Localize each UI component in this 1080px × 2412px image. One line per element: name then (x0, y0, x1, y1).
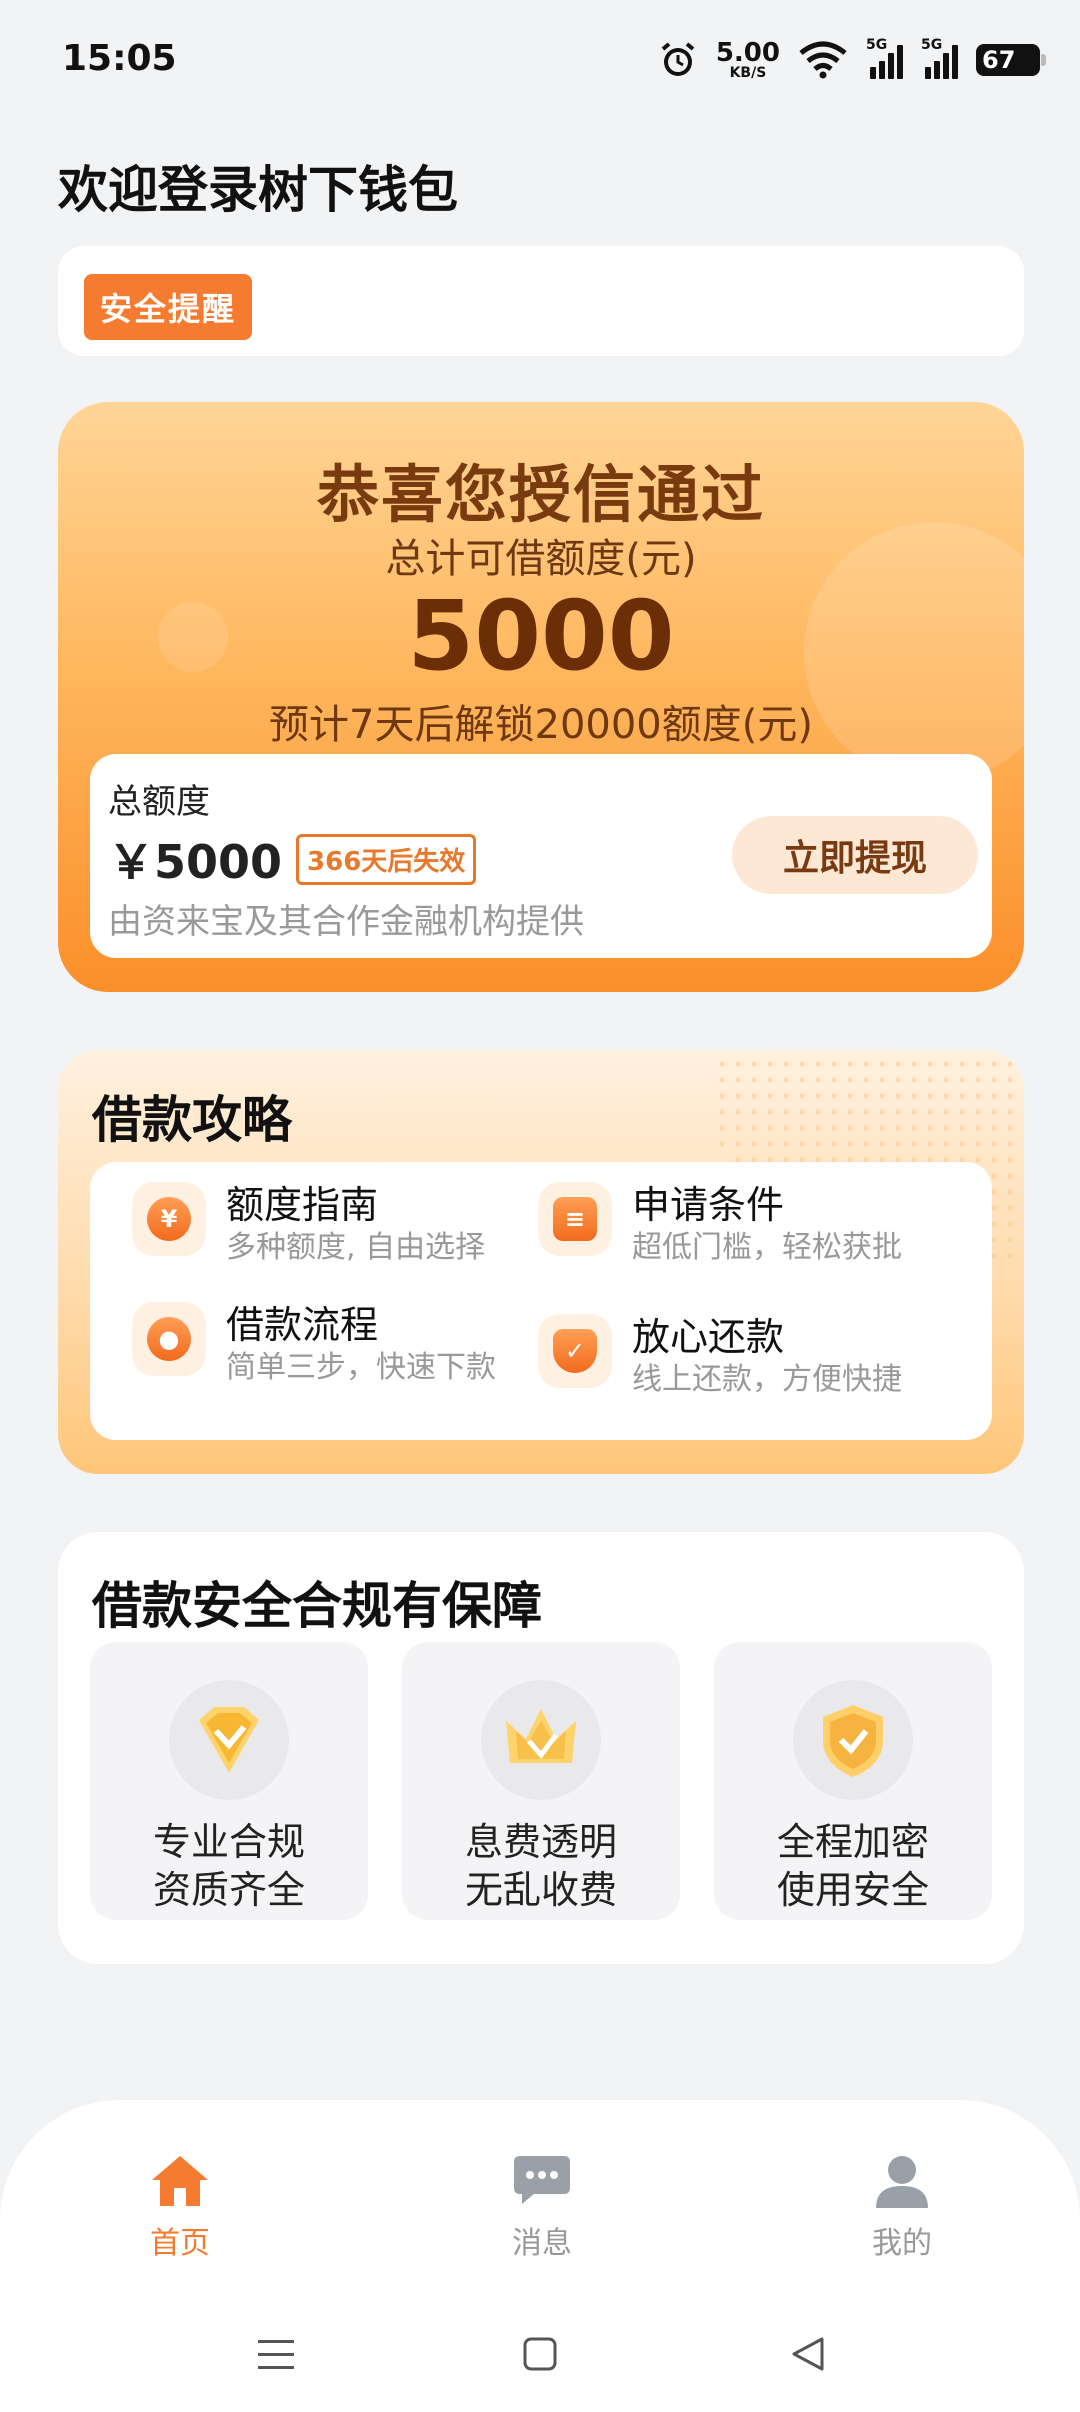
loan-guide-card: 借款攻略 ¥ 额度指南 多种额度, 自由选择 ≡ 申请条件 超低门槛，轻松获批 … (58, 1050, 1024, 1474)
guide-grid: ¥ 额度指南 多种额度, 自由选择 ≡ 申请条件 超低门槛，轻松获批 ● 借款流… (90, 1162, 992, 1440)
guide-item-title: 借款流程 (226, 1303, 379, 1347)
guide-item-repayment[interactable]: ✓ 放心还款 线上还款，方便快捷 (538, 1314, 902, 1400)
withdraw-button[interactable]: 立即提现 (732, 816, 978, 894)
tab-label: 消息 (512, 2226, 572, 2261)
guide-item-subtitle: 多种额度, 自由选择 (226, 1230, 486, 1265)
safety-line2: 资质齐全 (152, 1868, 305, 1912)
quota-title: 总额度 (108, 782, 210, 822)
guide-item-quota[interactable]: ¥ 额度指南 多种额度, 自由选择 (132, 1182, 485, 1268)
guide-item-title: 额度指南 (226, 1183, 379, 1227)
safety-line1: 全程加密 (776, 1820, 929, 1864)
safety-guarantee-card: 借款安全合规有保障 专业合规 资质齐全 息费透明 无乱收费 全程加密 使用安全 (58, 1532, 1024, 1964)
crown-icon (481, 1680, 601, 1800)
shield-icon (793, 1680, 913, 1800)
safety-title: 借款安全合规有保障 (92, 1577, 542, 1635)
back-icon[interactable] (778, 2324, 838, 2384)
battery-level: 67 (982, 46, 1016, 74)
unlock-note: 预计7天后解锁20000额度(元) (269, 702, 813, 748)
person-icon: ● (132, 1302, 206, 1376)
safety-item-text: 息费透明 无乱收费 (402, 1818, 680, 1914)
status-bar: 15:05 5.00 KB/S 5G 5G 67 (0, 0, 1080, 120)
money-bag-icon: ¥ (132, 1182, 206, 1256)
system-nav-bar (0, 2310, 1080, 2390)
congrats-title: 恭喜您授信通过 (316, 458, 765, 531)
guide-item-conditions[interactable]: ≡ 申请条件 超低门槛，轻松获批 (538, 1182, 902, 1268)
user-icon (872, 2152, 932, 2212)
message-icon (512, 2152, 572, 2212)
signal-icon: 5G (866, 37, 903, 79)
document-icon: ≡ (538, 1182, 612, 1256)
tab-label: 首页 (150, 2226, 210, 2261)
guide-item-title: 放心还款 (632, 1315, 785, 1359)
safety-item-text: 全程加密 使用安全 (714, 1818, 992, 1914)
safety-line2: 无乱收费 (464, 1868, 617, 1912)
signal-icon-2: 5G (921, 37, 958, 79)
page-title: 欢迎登录树下钱包 (58, 161, 458, 219)
home-icon (150, 2152, 210, 2212)
battery-icon: 67 (976, 44, 1046, 76)
quota-box: 总额度 ￥5000 366天后失效 由资来宝及其合作金融机构提供 立即提现 (90, 754, 992, 958)
guide-title: 借款攻略 (92, 1091, 292, 1149)
guide-item-subtitle: 简单三步，快速下款 (226, 1350, 496, 1385)
net-speed-unit: KB/S (729, 65, 767, 81)
tab-label: 我的 (872, 2226, 932, 2261)
safety-line1: 专业合规 (152, 1820, 305, 1864)
safety-item-compliance: 专业合规 资质齐全 (90, 1642, 368, 1920)
quota-amount: ￥5000 (108, 835, 283, 889)
provider-note: 由资来宝及其合作金融机构提供 (108, 902, 584, 942)
diamond-badge-icon (169, 1680, 289, 1800)
safety-item-text: 专业合规 资质齐全 (90, 1818, 368, 1914)
shield-check-icon: ✓ (538, 1314, 612, 1388)
expire-badge: 366天后失效 (296, 833, 477, 885)
security-reminder-tag[interactable]: 安全提醒 (84, 274, 253, 340)
safety-line2: 使用安全 (776, 1868, 929, 1912)
signal2-label: 5G (921, 37, 943, 53)
signal1-label: 5G (866, 37, 888, 53)
total-limit-label: 总计可借额度(元) (385, 536, 697, 582)
net-speed: 5.00 KB/S (716, 40, 780, 80)
home-button-icon[interactable] (510, 2324, 570, 2384)
status-icons: 5.00 KB/S 5G 5G 67 (658, 34, 1046, 86)
status-time: 15:05 (62, 38, 177, 79)
safety-line1: 息费透明 (464, 1820, 617, 1864)
net-speed-value: 5.00 (715, 38, 780, 68)
safety-item-transparent: 息费透明 无乱收费 (402, 1642, 680, 1920)
tab-messages[interactable]: 消息 (462, 2152, 622, 2272)
tab-home[interactable]: 首页 (100, 2152, 260, 2272)
safety-item-encryption: 全程加密 使用安全 (714, 1642, 992, 1920)
menu-icon[interactable] (246, 2324, 306, 2384)
guide-item-process[interactable]: ● 借款流程 简单三步，快速下款 (132, 1302, 496, 1388)
guide-item-subtitle: 线上还款，方便快捷 (632, 1362, 902, 1397)
security-reminder-card[interactable]: 安全提醒 (58, 246, 1024, 356)
guide-item-title: 申请条件 (632, 1183, 785, 1227)
tab-mine[interactable]: 我的 (822, 2152, 982, 2272)
alarm-icon (658, 40, 698, 80)
credit-approval-card: 恭喜您授信通过 总计可借额度(元) 5000 预计7天后解锁20000额度(元)… (58, 402, 1024, 992)
quota-amount-row: ￥5000 366天后失效 (108, 826, 477, 892)
guide-item-subtitle: 超低门槛，轻松获批 (632, 1230, 902, 1265)
total-limit-amount: 5000 (407, 580, 675, 692)
wifi-icon (798, 41, 848, 79)
